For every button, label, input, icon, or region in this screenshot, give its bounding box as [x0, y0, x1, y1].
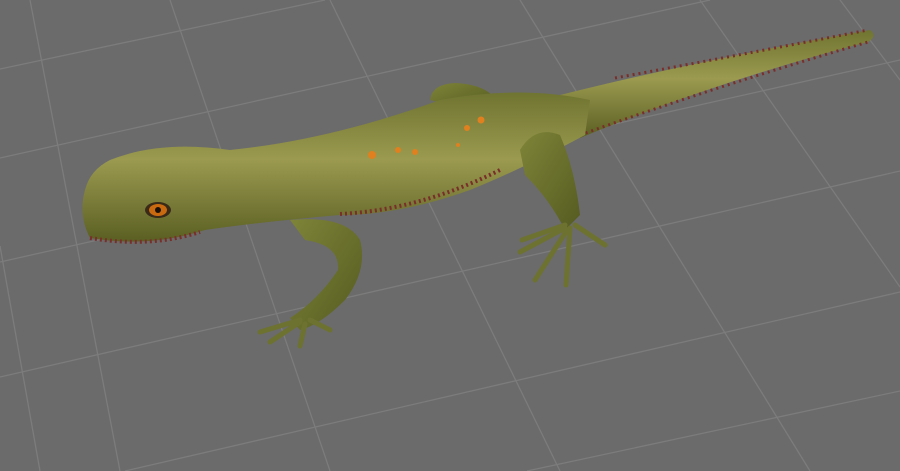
- lizard-tail: [560, 30, 874, 138]
- lizard-rear-leg: [520, 132, 580, 230]
- lizard-eye: [145, 202, 171, 218]
- lizard-front-foot: [257, 317, 333, 349]
- lizard-body: [82, 92, 590, 242]
- lizard-front-leg: [290, 219, 363, 330]
- scene-canvas: [0, 0, 900, 471]
- 3d-viewport[interactable]: [0, 0, 900, 471]
- lizard-model: [82, 28, 874, 349]
